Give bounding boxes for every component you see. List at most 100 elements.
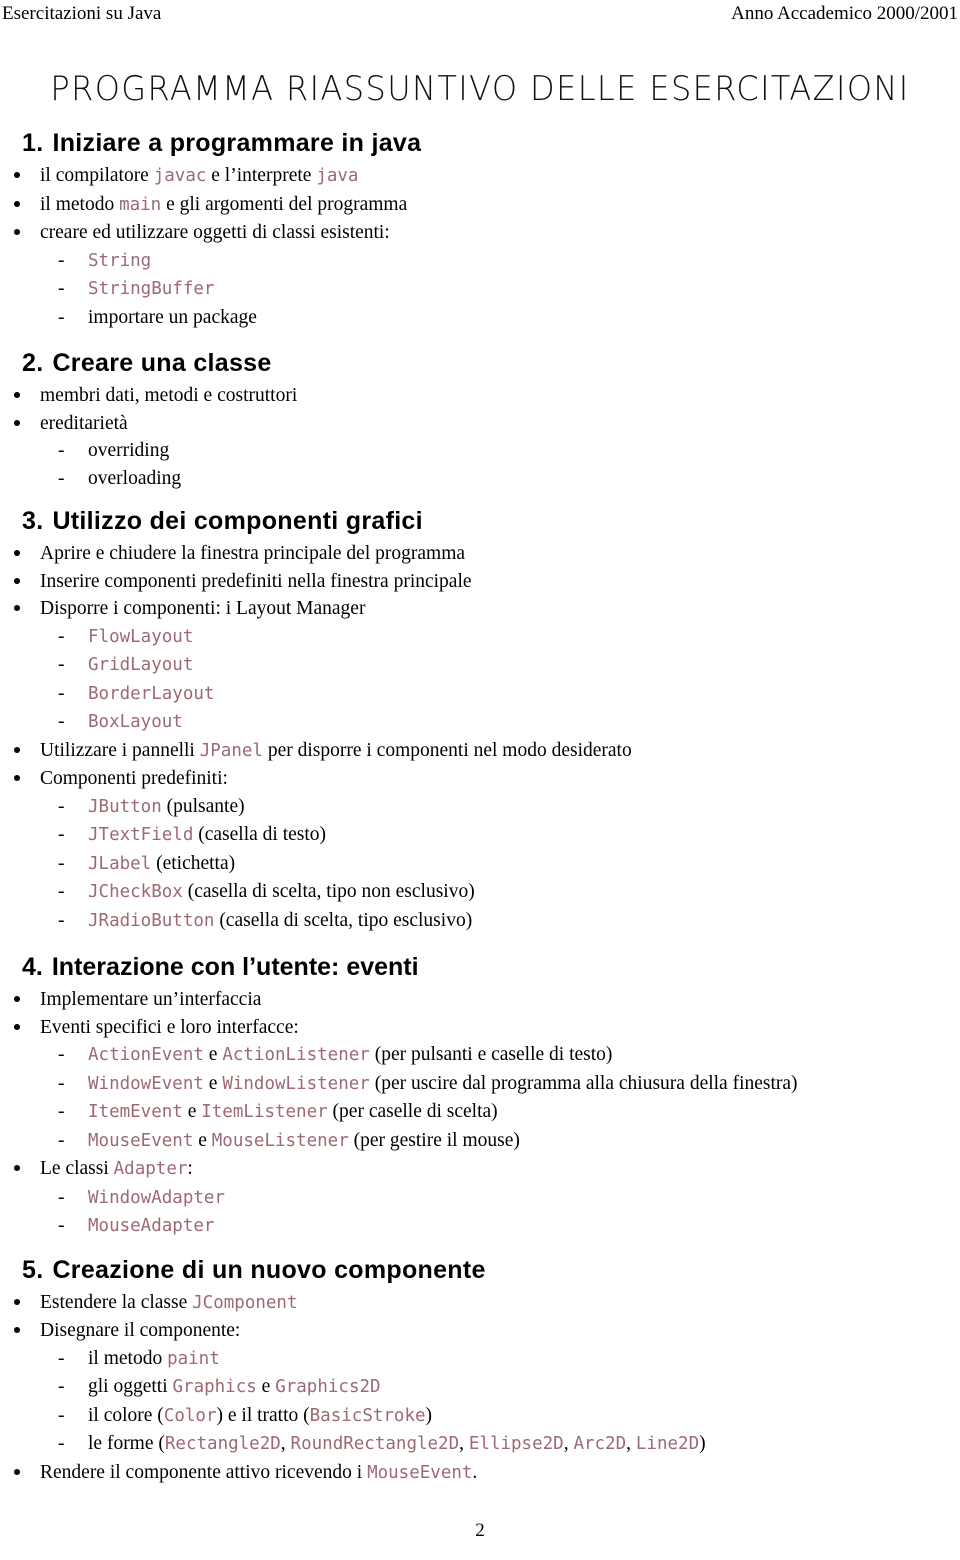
dash-icon: -	[58, 1186, 65, 1208]
sub-list-item: - JTextField (casella di testo)	[0, 821, 960, 850]
dash-icon: -	[58, 249, 65, 271]
page-title: PROGRAMMA RIASSUNTIVO DELLE ESERCITAZION…	[50, 68, 910, 109]
code-token: WindowAdapter	[88, 1187, 225, 1208]
list-item: membri dati, metodi e costruttori	[0, 382, 960, 410]
code-token: Arc2D	[573, 1434, 627, 1454]
text-run: creare ed utilizzare oggetti di classi e…	[40, 222, 390, 243]
section-heading-3: 3. Utilizzo dei componenti grafici	[0, 506, 960, 536]
section-list: Aprire e chiudere la finestra principale…	[0, 540, 960, 935]
text-run: (per pulsanti e caselle di testo)	[369, 1044, 613, 1065]
text-run: ,	[459, 1433, 469, 1454]
text-run: Disegnare il componente:	[40, 1320, 241, 1341]
text-run: il metodo	[40, 193, 120, 215]
text-run: Utilizzare i pannelli	[40, 739, 200, 761]
list-item: Eventi specifici e loro interfacce:	[0, 1014, 960, 1042]
sub-list-item: - BoxLayout	[0, 708, 960, 737]
text-run: (per uscire dal programma alla chiusura …	[369, 1072, 798, 1094]
sub-list-item: - JButton (pulsante)	[0, 793, 960, 822]
code-token: JComponent	[192, 1292, 298, 1313]
section-heading-2: 2. Creare una classe	[0, 348, 960, 378]
bullet-dot-icon	[14, 1165, 20, 1171]
text-run: (per caselle di scelta)	[327, 1101, 498, 1122]
code-token: MouseAdapter	[88, 1216, 215, 1236]
bullet-dot-icon	[14, 577, 20, 584]
text-run: le forme (	[88, 1433, 165, 1454]
section-number: 5.	[22, 1255, 44, 1284]
text-run: (etichetta)	[151, 852, 236, 874]
text-run: e	[203, 1072, 223, 1094]
text-run: ,	[563, 1433, 574, 1454]
text-run: Disporre i componenti: i Layout Manager	[40, 598, 366, 619]
code-token: WindowListener	[222, 1073, 370, 1094]
dash-icon: -	[58, 654, 65, 675]
section-4: 4. Interazione con l’utente: eventi Implem…	[0, 952, 960, 1241]
text-run: :	[187, 1158, 193, 1179]
section-number: 3.	[22, 507, 44, 535]
text-run: ,	[280, 1433, 291, 1454]
dash-icon: -	[58, 711, 65, 732]
dash-icon: -	[58, 625, 65, 647]
code-token: JButton	[88, 796, 162, 817]
section-heading-label: Creazione di un nuovo componente	[52, 1255, 486, 1284]
section-heading-4: 4. Interazione con l’utente: eventi	[0, 952, 960, 982]
text-run: Rendere il componente attivo ricevendo i	[40, 1461, 368, 1483]
header-academic-year: Anno Accademico 2000/2001	[731, 3, 958, 24]
list-item: Aprire e chiudere la finestra principale…	[0, 540, 960, 568]
bullet-dot-icon	[14, 419, 20, 426]
code-token: GridLayout	[88, 655, 194, 675]
dash-icon: -	[58, 1433, 65, 1454]
code-token: BoxLayout	[88, 712, 183, 732]
text-run: .	[472, 1461, 478, 1483]
text-run: )	[425, 1404, 433, 1426]
dash-icon: -	[58, 1044, 65, 1065]
dash-icon: -	[58, 1101, 65, 1122]
bullet-dot-icon	[14, 1298, 20, 1305]
sub-list-item: - BorderLayout	[0, 680, 960, 709]
sub-list-item: - JCheckBox (casella di scelta, tipo non …	[0, 878, 960, 907]
code-token: BorderLayout	[88, 683, 215, 704]
code-token: BasicStroke	[309, 1405, 426, 1426]
sub-list-item: - ActionEvent e ActionListener (per pulsa…	[0, 1041, 960, 1070]
section-heading-label: Interazione con l’utente: eventi	[51, 953, 419, 981]
bullet-dot-icon	[14, 996, 20, 1002]
sub-list-item: - JLabel (etichetta)	[0, 850, 960, 879]
sub-list-item: - GridLayout	[0, 651, 960, 680]
list-item: il compilatore javac e l’interprete java	[0, 162, 960, 191]
bullet-dot-icon	[14, 1327, 20, 1333]
dash-icon: -	[58, 1347, 65, 1369]
text-run: e gli argomenti del programma	[161, 193, 408, 215]
list-item: Utilizzare i pannelli JPanel per disporr…	[0, 737, 960, 766]
code-token: Ellipse2D	[468, 1434, 564, 1454]
section-heading-5: 5. Creazione di un nuovo componente	[0, 1255, 960, 1285]
text-run: Componenti predefiniti:	[40, 768, 228, 789]
code-token: Graphics	[172, 1377, 257, 1397]
section-list: membri dati, metodi e costruttori eredita…	[0, 382, 960, 492]
bullet-dot-icon	[14, 392, 20, 398]
section-1: 1. Iniziare a programmare in java il compi…	[0, 128, 960, 331]
code-token: paint	[167, 1348, 220, 1369]
text-run: gli oggetti	[88, 1376, 173, 1397]
sub-list-item: - gli oggetti Graphics e Graphics2D	[0, 1373, 960, 1402]
code-token: Adapter	[113, 1159, 188, 1179]
list-item: Inserire componenti predefiniti nella fi…	[0, 568, 960, 596]
dash-icon: -	[58, 278, 65, 299]
list-item: Componenti predefiniti:	[0, 765, 960, 793]
text-run: (casella di scelta, tipo esclusivo)	[214, 909, 473, 931]
bullet-dot-icon	[14, 746, 20, 753]
list-item: Disegnare il componente:	[0, 1317, 960, 1345]
code-token: MouseEvent	[367, 1462, 473, 1483]
text-run: Aprire e chiudere la finestra principale…	[40, 543, 466, 564]
sub-list-item: - String	[0, 247, 960, 276]
text-run: (casella di scelta, tipo non esclusivo)	[182, 881, 475, 902]
list-item: Rendere il componente attivo ricevendo i…	[0, 1459, 960, 1488]
section-heading-label: Creare una classe	[52, 349, 272, 377]
bullet-dot-icon	[14, 1468, 20, 1475]
dash-icon: -	[58, 909, 65, 931]
text-run: e	[256, 1376, 276, 1397]
code-token: javac	[153, 166, 207, 186]
text-run: overriding	[88, 440, 170, 461]
list-item: Implementare un’interfaccia	[0, 986, 960, 1014]
section-list: il compilatore javac e l’interprete java…	[0, 162, 960, 331]
